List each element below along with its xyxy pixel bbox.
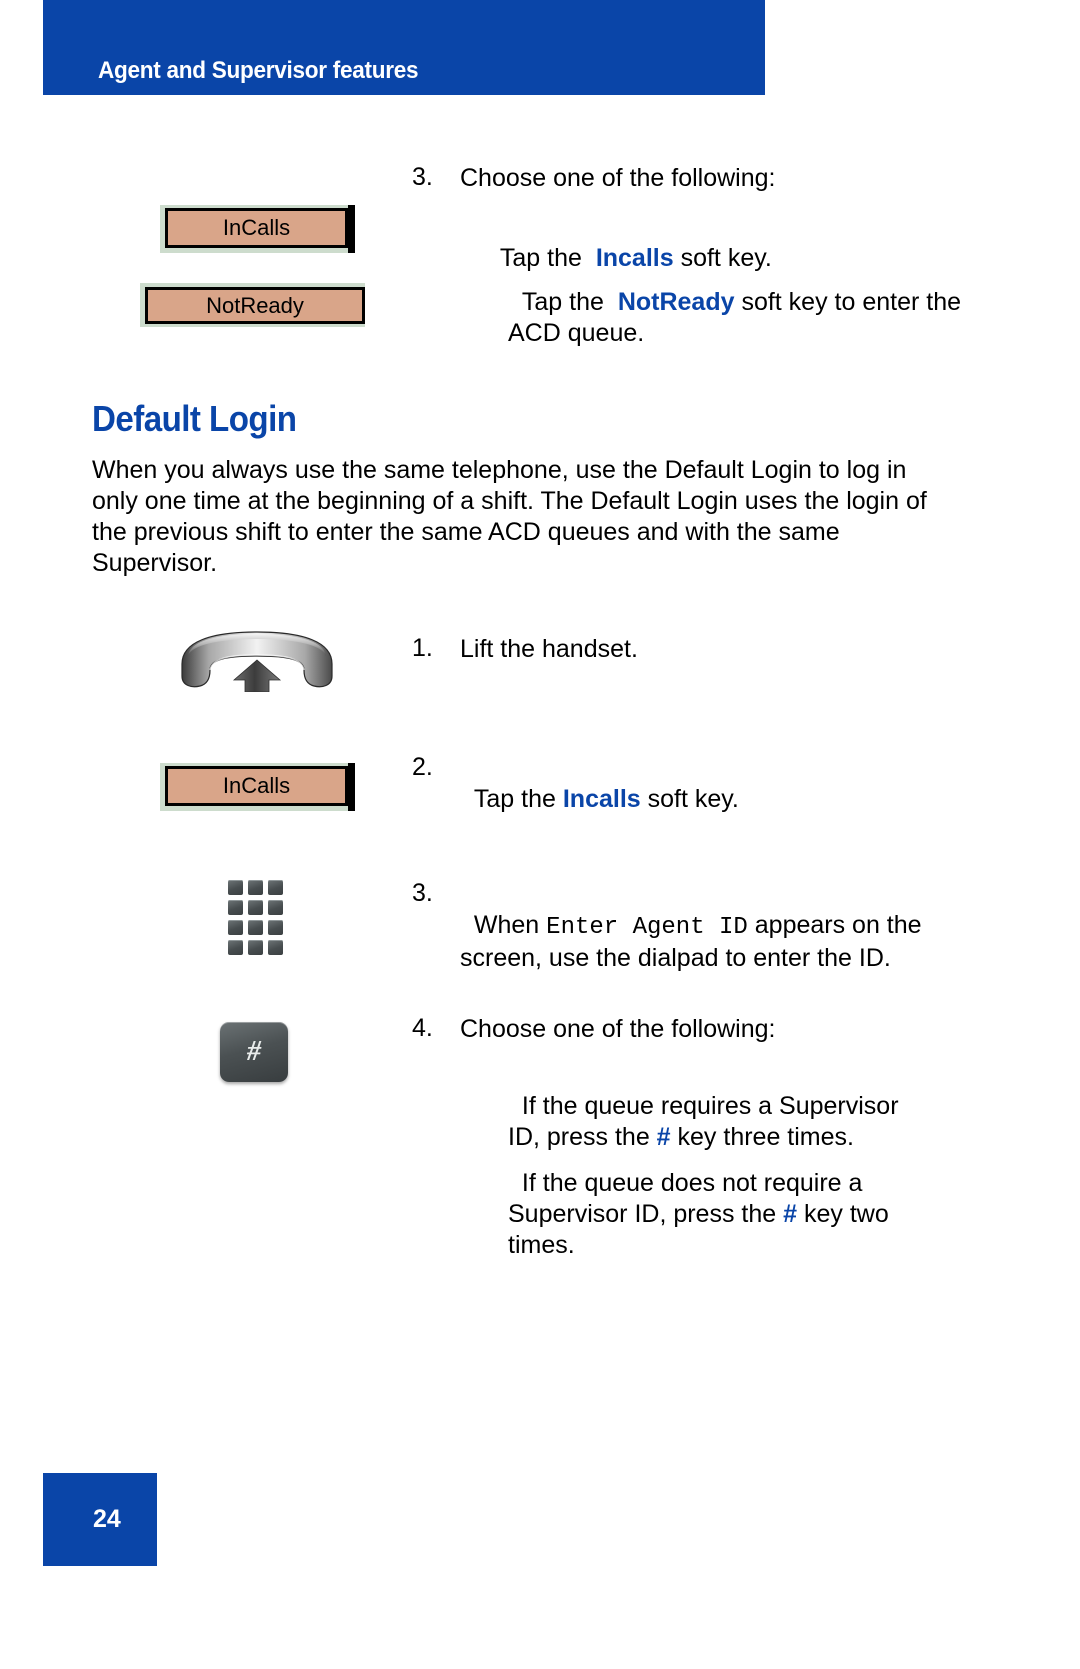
step-2-number: 2.: [412, 753, 433, 781]
step4-bullet-2-highlight: #: [783, 1200, 798, 1228]
softkey-incalls-mid-graphic: InCalls: [160, 763, 355, 811]
bullet-2-highlight: NotReady: [617, 288, 735, 316]
dialpad-key: [228, 900, 243, 915]
softkey-notready-graphic: NotReady: [140, 283, 372, 327]
softkey-incalls-top: InCalls: [165, 208, 348, 248]
step-4-number: 4.: [412, 1014, 433, 1042]
step-3-prefix: When: [473, 911, 547, 939]
section-paragraph: When you always use the same telephone, …: [92, 456, 927, 577]
step-4-text: Choose one of the following:: [460, 1015, 776, 1043]
step-1-text: Lift the handset.: [460, 635, 638, 663]
hash-key-glyph: #: [247, 1036, 261, 1067]
softkey-incalls-mid: InCalls: [165, 766, 348, 806]
step-2-highlight: Incalls: [562, 785, 641, 813]
softkey-notready: NotReady: [145, 287, 365, 324]
dialpad-key: [228, 940, 243, 955]
dialpad-key: [248, 880, 263, 895]
dialpad-key: [248, 940, 263, 955]
dialpad-key: [268, 880, 283, 895]
step-3-text: When Enter Agent ID appears on the scree…: [460, 879, 930, 974]
softkey-edge-shadow: [348, 763, 355, 811]
top-step-bullet-2: Tap the NotReady soft key to enter the A…: [486, 256, 968, 349]
step-2-suffix: soft key.: [640, 785, 739, 813]
footer-page-number: 24: [93, 1505, 121, 1533]
softkey-edge-shadow: [348, 205, 355, 253]
softkey-notready-label: NotReady: [206, 292, 304, 318]
dialpad-key: [228, 920, 243, 935]
bullet-2-prefix: Tap the: [521, 288, 618, 316]
dialpad-icon: [228, 880, 284, 956]
softkey-incalls-top-label: InCalls: [222, 215, 291, 240]
step-2-text: Tap the Incalls soft key.: [460, 753, 940, 815]
page-header-title: Agent and Supervisor features: [98, 57, 419, 84]
step-2-prefix: Tap the: [473, 785, 563, 813]
dialpad-key: [268, 940, 283, 955]
dialpad-key: [268, 920, 283, 935]
step-4-bullet-2: If the queue does not require a Supervis…: [486, 1137, 928, 1261]
handset-lift-icon: [172, 630, 342, 693]
dialpad-key: [248, 920, 263, 935]
softkey-incalls-mid-label: InCalls: [222, 773, 291, 798]
dialpad-key: [248, 900, 263, 915]
top-step-number: 3.: [412, 163, 433, 191]
top-step-text: Choose one of the following:: [460, 164, 776, 192]
hash-key-icon: #: [220, 1022, 288, 1082]
dialpad-key: [268, 900, 283, 915]
softkey-incalls-top-graphic: InCalls: [160, 205, 355, 253]
dialpad-key: [228, 880, 243, 895]
step-3-screen-prompt: Enter Agent ID: [546, 914, 748, 941]
step-1-number: 1.: [412, 634, 433, 662]
step-3-number: 3.: [412, 879, 433, 907]
section-heading-default-login: Default Login: [92, 398, 297, 439]
